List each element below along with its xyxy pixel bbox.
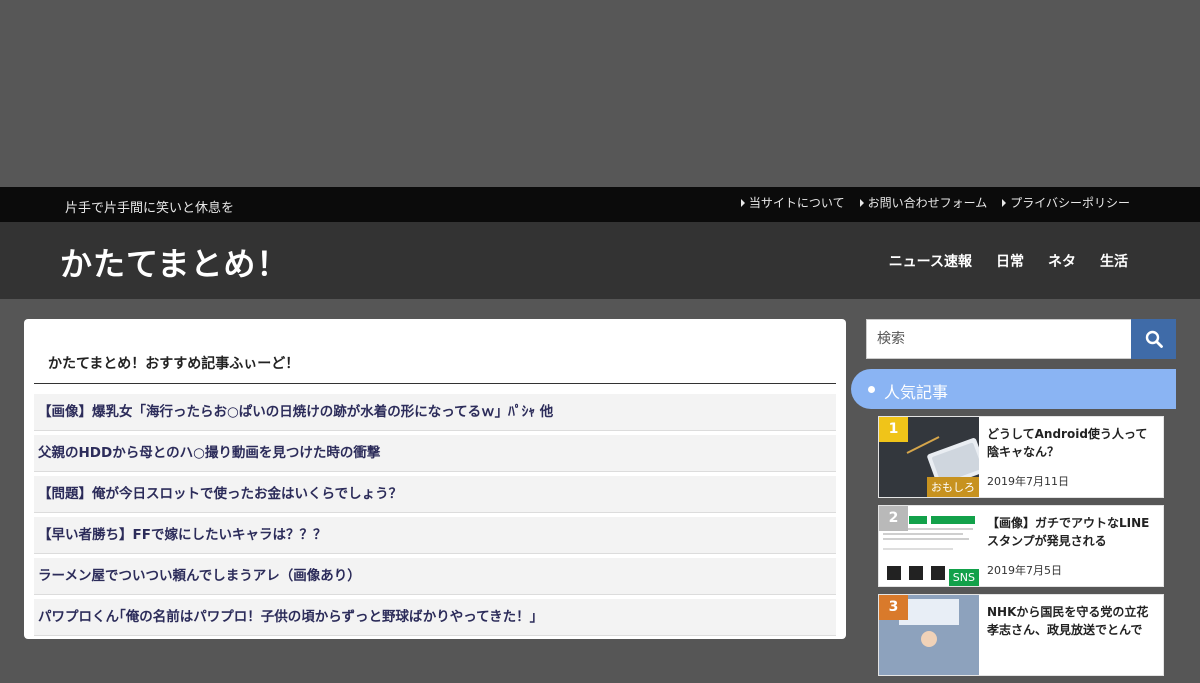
ranking-title[interactable]: NHKから国民を守る党の立花孝志さん、政見放送でとんで: [987, 603, 1159, 639]
post-link[interactable]: 【早い者勝ち】FFで嫁にしたいキャラは？？？: [38, 527, 326, 543]
post-link[interactable]: 【問題】俺が今日スロットで使ったお金はいくらでしょう？: [38, 486, 402, 502]
article-thumbnail[interactable]: 3: [879, 595, 979, 675]
ranking-date: 2019年7月5日: [987, 564, 1062, 577]
nav-daily[interactable]: 日常: [996, 251, 1024, 271]
nav-neta[interactable]: ネタ: [1048, 251, 1076, 271]
post-link[interactable]: 父親のHDDから母とのハ○撮り動画を見つけた時の衝撃: [38, 445, 380, 461]
search-input[interactable]: [866, 319, 1132, 359]
nav-news[interactable]: ニュース速報: [889, 251, 972, 271]
nav-life[interactable]: 生活: [1100, 251, 1128, 271]
top-bar: 片手で片手間に笑いと休息を 当サイトについて お問い合わせフォーム プライバシー…: [0, 187, 1200, 222]
post-list: 【画像】爆乳女「海行ったらお○ぱいの日焼けの跡が水着の形になってるｗ」ﾊﾟｼｬ …: [34, 394, 836, 636]
main-nav: ニュース速報 日常 ネタ 生活: [889, 251, 1128, 271]
list-item: 【早い者勝ち】FFで嫁にしたいキャラは？？？: [34, 517, 836, 554]
rank-badge: 3: [879, 595, 908, 620]
ranking-list: 1 おもしろ どうしてAndroid使う人って陰キャなん？ 2019年7月11日: [878, 416, 1164, 683]
contact-link[interactable]: お問い合わせフォーム: [859, 194, 987, 211]
ranking-title[interactable]: 【画像】ガチでアウトなLINEスタンプが発見される: [987, 514, 1159, 550]
list-item: ラーメン屋でついつい頼んでしまうアレ（画像あり）: [34, 558, 836, 595]
ad-area: [0, 0, 1200, 187]
ranking-item[interactable]: 1 おもしろ どうしてAndroid使う人って陰キャなん？ 2019年7月11日: [878, 416, 1164, 498]
search-icon: [1145, 330, 1163, 348]
caret-right-icon: [740, 198, 745, 207]
search-button[interactable]: [1131, 319, 1176, 359]
utility-nav: 当サイトについて お問い合わせフォーム プライバシーポリシー: [740, 194, 1130, 211]
article-thumbnail[interactable]: 2 SNS: [879, 506, 979, 586]
ranking-item[interactable]: 2 SNS 【画像】ガチでアウトなLINEスタンプが発見される 2019年7月5…: [878, 505, 1164, 587]
list-item: パワプロくん｢俺の名前はパワプロ！子供の頃からずっと野球ばかりやってきた！」: [34, 599, 836, 636]
bullet-icon: [868, 386, 875, 393]
category-badge: SNS: [948, 569, 979, 586]
popular-widget-title: 人気記事: [851, 369, 1176, 409]
category-badge: おもしろ: [927, 477, 979, 497]
post-link[interactable]: 【画像】爆乳女「海行ったらお○ぱいの日焼けの跡が水着の形になってるｗ」ﾊﾟｼｬ …: [38, 404, 553, 420]
list-item: 【画像】爆乳女「海行ったらお○ぱいの日焼けの跡が水着の形になってるｗ」ﾊﾟｼｬ …: [34, 394, 836, 431]
post-link[interactable]: ラーメン屋でついつい頼んでしまうアレ（画像あり）: [38, 568, 361, 584]
caret-right-icon: [1002, 198, 1007, 207]
main-content: かたてまとめ！おすすめ記事ふぃーど！ 【画像】爆乳女「海行ったらお○ぱいの日焼け…: [24, 319, 846, 639]
ranking-date: 2019年7月11日: [987, 475, 1069, 488]
site-header: かたてまとめ！ ニュース速報 日常 ネタ 生活: [0, 222, 1200, 299]
list-item: 父親のHDDから母とのハ○撮り動画を見つけた時の衝撃: [34, 435, 836, 472]
caret-right-icon: [859, 198, 864, 207]
ranking-title[interactable]: どうしてAndroid使う人って陰キャなん？: [987, 425, 1159, 461]
site-tagline: 片手で片手間に笑いと休息を: [65, 201, 235, 216]
rank-badge: 1: [879, 417, 908, 442]
sidebar: 人気記事 1 おもしろ どうしてAndroid使う人って陰キャなん？ 2019年…: [851, 319, 1176, 676]
privacy-link[interactable]: プライバシーポリシー: [1002, 194, 1130, 211]
list-item: 【問題】俺が今日スロットで使ったお金はいくらでしょう？: [34, 476, 836, 513]
search-form: [866, 319, 1176, 359]
ranking-item[interactable]: 3 NHKから国民を守る党の立花孝志さん、政見放送でとんで: [878, 594, 1164, 676]
post-link[interactable]: パワプロくん｢俺の名前はパワプロ！子供の頃からずっと野球ばかりやってきた！」: [38, 609, 543, 625]
feed-title: かたてまとめ！おすすめ記事ふぃーど！: [34, 353, 836, 384]
site-title[interactable]: かたてまとめ！: [60, 239, 289, 285]
rank-badge: 2: [879, 506, 908, 531]
about-link[interactable]: 当サイトについて: [740, 194, 845, 211]
article-thumbnail[interactable]: 1 おもしろ: [879, 417, 979, 497]
